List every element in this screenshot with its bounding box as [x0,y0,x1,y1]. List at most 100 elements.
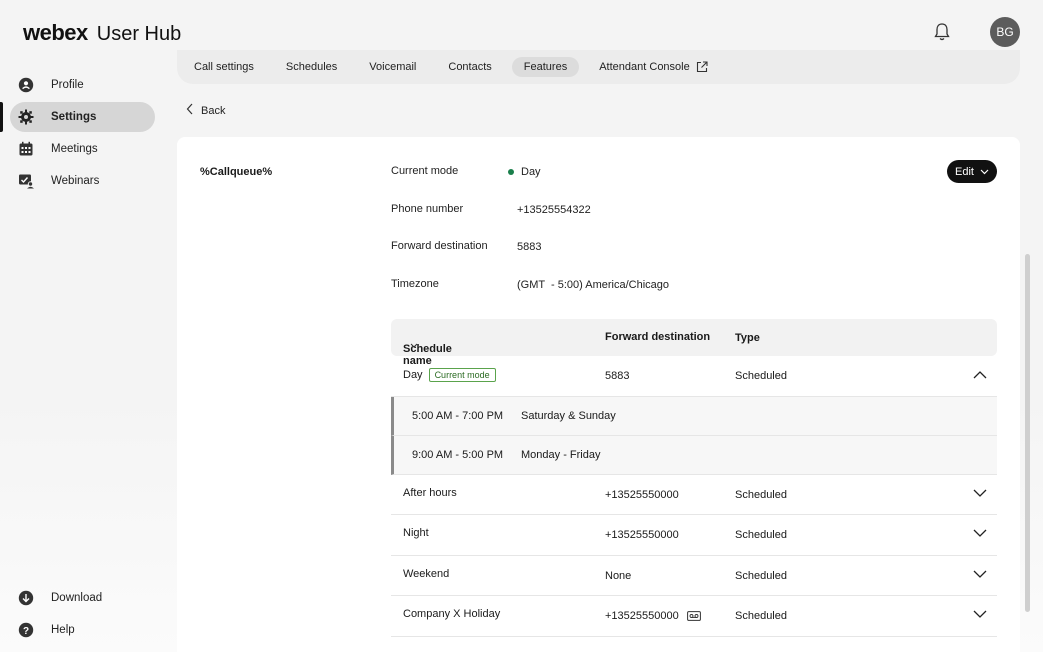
tab-bar: Call settings Schedules Voicemail Contac… [177,50,1020,84]
chevron-down-icon[interactable] [973,570,987,582]
sidebar-item-label: Meetings [51,143,98,155]
tab-label: Voicemail [369,61,417,73]
destination-header: Forward destination [605,331,711,343]
sidebar-bottom: Download ? Help [0,583,165,647]
sidebar-item-settings[interactable]: Settings [0,102,155,132]
webex-logo: webex [23,20,88,45]
time-range: 9:00 AM - 5:00 PM [412,448,504,461]
status-dot [508,169,514,175]
table-row[interactable]: Day Current mode 5883 Scheduled [391,356,997,397]
schedule-time-row: 9:00 AM - 5:00 PM Monday - Friday [391,435,997,475]
tab-schedules[interactable]: Schedules [274,57,349,77]
current-mode-value: Day [508,166,541,178]
edit-label: Edit [955,165,974,178]
brand: webex User Hub [23,20,181,46]
tab-call-settings[interactable]: Call settings [182,57,266,77]
sidebar-item-download[interactable]: Download [10,583,155,613]
tab-features[interactable]: Features [511,57,580,77]
destination-cell: +13525550000 [605,610,701,622]
edit-button[interactable]: Edit [947,160,997,183]
sidebar-item-help[interactable]: ? Help [10,615,155,645]
table-row[interactable]: Company X Holiday +13525550000 Scheduled [391,596,997,637]
schedule-name: Day [403,369,423,381]
forward-destination-label: Forward destination [391,240,488,252]
schedule-name: Night [403,527,429,539]
gear-icon [18,109,34,125]
chevron-left-icon [186,103,194,118]
tab-label: Call settings [194,61,254,73]
phone-number-value: +13525554322 [517,204,591,216]
table-row[interactable]: After hours +13525550000 Scheduled [391,475,997,515]
avatar[interactable]: BG [990,17,1020,47]
sidebar-item-label: Download [51,592,103,604]
chevron-up-icon[interactable] [973,370,987,382]
sidebar-item-label: Settings [51,111,97,123]
scrollbar[interactable] [1025,254,1030,612]
phone-number-label: Phone number [391,203,464,215]
voicemail-icon [686,611,701,621]
schedule-time-row: 5:00 AM - 7:00 PM Saturday & Sunday [391,396,997,436]
sidebar-item-label: Profile [51,79,84,91]
sidebar-item-profile[interactable]: Profile [10,70,155,100]
chevron-down-icon[interactable] [973,489,987,501]
bell-icon[interactable] [931,21,953,43]
tab-label: Features [523,61,568,73]
type-cell: Scheduled [735,370,787,382]
sidebar-item-label: Webinars [51,175,100,187]
chevron-down-icon[interactable] [973,610,987,622]
sort-chevron-icon [410,343,418,349]
app-title: User Hub [96,23,182,45]
schedule-name-cell: Night [403,527,429,539]
destination-cell: +13525550000 [605,529,679,541]
type-cell: Scheduled [735,529,787,541]
tab-label: Schedules [285,61,338,73]
destination-cell: None [605,569,632,582]
table-row[interactable]: Night +13525550000 Scheduled [391,515,997,556]
current-mode-label: Current mode [391,165,459,177]
queue-name: %Callqueue% [200,166,273,178]
day-range: Saturday & Sunday [521,409,616,422]
tab-contacts[interactable]: Contacts [436,57,503,77]
tab-label: Contacts [448,61,492,73]
schedule-name: After hours [403,486,457,499]
chevron-down-icon [980,166,989,178]
tab-label: Attendant Console [599,61,690,73]
current-mode-badge: Current mode [428,368,496,382]
current-mode-text: Day [521,166,541,178]
destination-text: +13525550000 [605,610,679,622]
back-button[interactable]: Back [186,103,225,118]
schedule-name-cell: Weekend [403,568,449,580]
type-cell: Scheduled [735,488,787,501]
schedule-name-cell: Company X Holiday [403,608,500,620]
type-cell: Scheduled [735,569,787,582]
chevron-down-icon[interactable] [973,529,987,541]
destination-cell: +13525550000 [605,488,679,501]
svg-text:?: ? [23,626,29,637]
sidebar-item-webinars[interactable]: Webinars [10,166,155,196]
calendar-icon [18,141,34,157]
type-header: Type [735,332,760,344]
sidebar-item-meetings[interactable]: Meetings [10,134,155,164]
sidebar-item-label: Help [51,624,75,636]
external-link-icon [696,61,708,73]
help-icon: ? [18,622,34,638]
day-range: Monday - Friday [521,448,601,461]
destination-cell: 5883 [605,370,630,382]
type-cell: Scheduled [735,610,787,622]
profile-icon [18,77,34,93]
tab-attendant-console[interactable]: Attendant Console [587,57,720,77]
forward-destination-value: 5883 [517,241,542,253]
download-icon [18,590,34,606]
table-row[interactable]: Weekend None Scheduled [391,556,997,596]
schedule-name-cell: Day Current mode [403,368,496,382]
sidebar: Profile Settings Meetings Webinars [0,70,165,198]
schedule-name: Company X Holiday [403,608,501,620]
table-header: Schedule name Forward destination Type [391,319,997,367]
tab-voicemail[interactable]: Voicemail [357,57,428,77]
schedule-name-cell: After hours [403,487,457,499]
time-range: 5:00 AM - 7:00 PM [412,409,504,422]
timezone-label: Timezone [391,278,439,290]
call-queue-card: %Callqueue% Current mode Day Phone numbe… [177,137,1020,652]
schedule-table: Schedule name Forward destination Type D… [391,319,997,637]
webinar-icon [18,173,34,189]
